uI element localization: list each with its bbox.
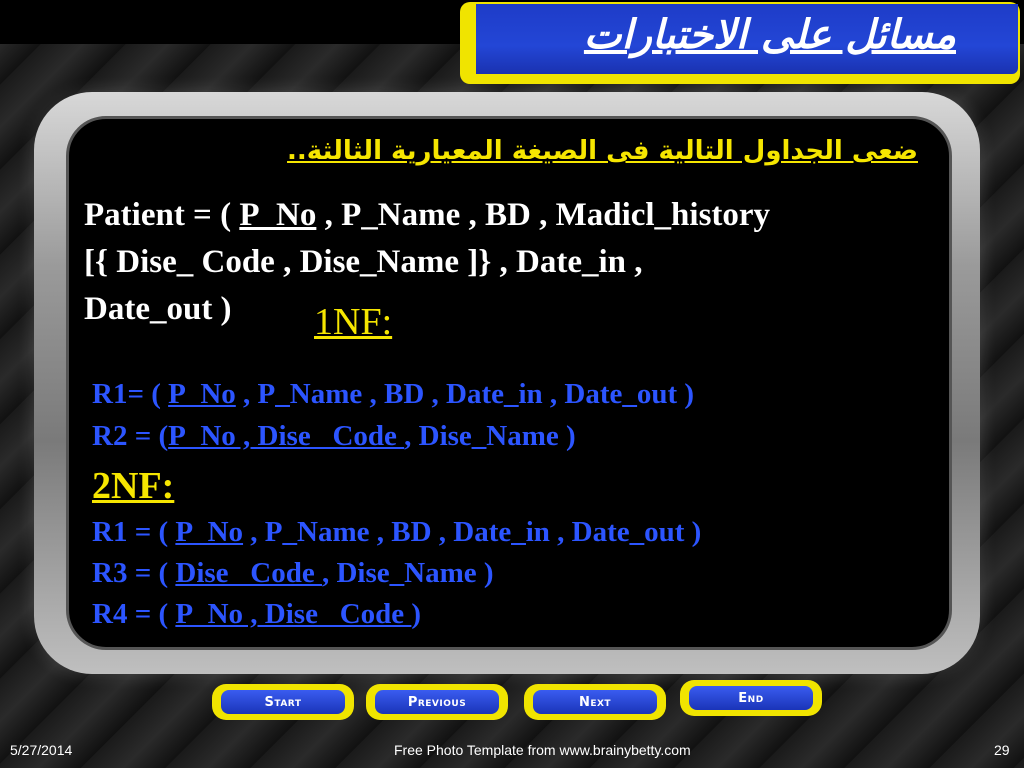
patient-relation: Patient = ( P_No , P_Name , BD , Madicl_… xyxy=(84,192,924,333)
end-button-label: End xyxy=(689,686,813,710)
nf2-r4: R4 = ( P_No , Dise_ Code ) xyxy=(92,598,422,630)
previous-button-label: Previous xyxy=(375,690,499,714)
patient-line-3: Date_out ) xyxy=(84,291,232,327)
next-button[interactable]: Next xyxy=(524,684,666,720)
title-panel: مسائل على الاختبارات xyxy=(476,4,1018,74)
patient-line-1: Patient = ( P_No , P_Name , BD , Madicl_… xyxy=(84,197,771,233)
end-button[interactable]: End xyxy=(680,680,822,716)
patient-key: P_No xyxy=(239,197,317,233)
next-button-label: Next xyxy=(533,690,657,714)
patient-line-2: [{ Dise_ Code , Dise_Name ]} , Date_in , xyxy=(84,244,643,280)
previous-button[interactable]: Previous xyxy=(366,684,508,720)
nf2-r1: R1 = ( P_No , P_Name , BD , Date_in , Da… xyxy=(92,516,702,548)
footer-date: 5/27/2014 xyxy=(10,742,73,758)
nf2-label: 2NF: xyxy=(92,465,175,507)
start-button-label: Start xyxy=(221,690,345,714)
footer-credit: Free Photo Template from www.brainybetty… xyxy=(394,742,691,758)
instruction-text: ضعى الجداول التالية فى الصيغة المعيارية … xyxy=(287,136,918,166)
slide-title: مسائل على الاختبارات xyxy=(583,12,956,58)
nf1-r2: R2 = (P_No , Dise_ Code , Dise_Name ) xyxy=(92,420,576,452)
nf1-label: 1NF: xyxy=(314,301,393,343)
start-button[interactable]: Start xyxy=(212,684,354,720)
footer-page-number: 29 xyxy=(994,742,1010,758)
nf1-r1: R1= ( P_No , P_Name , BD , Date_in , Dat… xyxy=(92,378,695,410)
nf2-r3: R3 = ( Dise_ Code , Dise_Name ) xyxy=(92,557,494,589)
